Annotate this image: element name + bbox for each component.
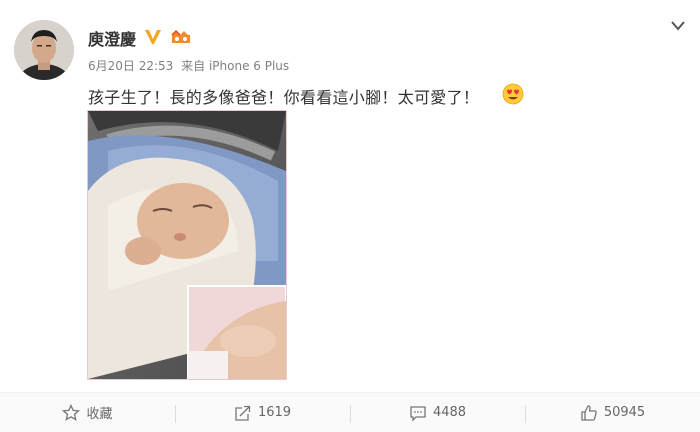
comment-icon bbox=[410, 405, 426, 422]
baby-photo-image bbox=[88, 111, 286, 379]
repost-icon bbox=[235, 405, 251, 421]
star-icon bbox=[62, 403, 81, 421]
avatar[interactable] bbox=[14, 20, 74, 80]
favorite-label: 收藏 bbox=[86, 407, 113, 422]
post-text: 孩子生了！長的多像爸爸！你看看這小腳！太可愛了！ bbox=[88, 88, 480, 107]
like-count: 50945 bbox=[603, 405, 646, 420]
level-badge-icon[interactable] bbox=[170, 29, 192, 45]
comment-count: 4488 bbox=[432, 405, 467, 420]
post-source: 来自 iPhone 6 Plus bbox=[181, 59, 290, 73]
favorite-button[interactable]: 收藏 bbox=[0, 393, 175, 432]
action-toolbar: 收藏 1619 4488 50945 bbox=[0, 392, 700, 432]
chevron-down-icon[interactable] bbox=[670, 20, 686, 32]
repost-button[interactable]: 1619 bbox=[175, 393, 350, 432]
verified-icon[interactable] bbox=[144, 28, 162, 46]
like-button[interactable]: 50945 bbox=[525, 393, 700, 432]
post-meta: 6月20日 22:53 来自 iPhone 6 Plus bbox=[88, 57, 293, 74]
avatar-image bbox=[14, 20, 74, 80]
repost-count: 1619 bbox=[257, 405, 292, 420]
heart-eyes-emoji-icon bbox=[502, 83, 524, 105]
thumbs-up-icon bbox=[581, 404, 597, 421]
comment-button[interactable]: 4488 bbox=[350, 393, 525, 432]
post-photo[interactable] bbox=[87, 110, 287, 380]
post-date[interactable]: 6月20日 22:53 bbox=[88, 59, 173, 73]
username[interactable]: 庾澄慶 bbox=[88, 26, 136, 50]
